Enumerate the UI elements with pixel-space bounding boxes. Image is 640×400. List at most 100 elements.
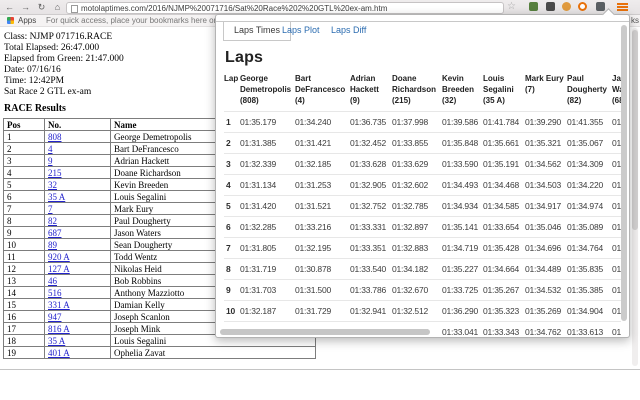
page-scrollbar[interactable]: [632, 28, 638, 366]
driver-col-header: Kevin Breeden (32): [442, 74, 475, 105]
window-bottom-edge: [0, 369, 640, 370]
rider-number-link[interactable]: 816 A: [48, 324, 70, 334]
no-cell: 947: [44, 310, 111, 323]
pos-cell: 1: [3, 130, 45, 143]
rider-number-link[interactable]: 808: [48, 132, 62, 142]
driver-col-header: Jason Waters (687): [612, 74, 621, 105]
no-cell: 215: [44, 166, 111, 179]
menu-icon[interactable]: [617, 3, 628, 12]
extension-icon-orange[interactable]: [562, 2, 571, 11]
browser-window: ← → ↻ ⌂ motolaptimes.com/2016/NJMP%20071…: [0, 0, 640, 400]
rider-number-link[interactable]: 7: [48, 204, 53, 214]
lap-time-cell: 01:33.629: [392, 159, 429, 169]
rider-number-link[interactable]: 35 A: [48, 192, 65, 202]
lap-time-cell: 01:33.786: [350, 285, 387, 295]
extension-icon-green[interactable]: [529, 2, 538, 11]
lap-row: 3 01:32.339 01:32.185 01:33.628 01:33.629 01…: [224, 153, 621, 174]
lap-time-cell: 01:31.703: [240, 285, 277, 295]
extension-icon-dark[interactable]: [546, 2, 555, 11]
rider-number-link[interactable]: 4: [48, 144, 53, 154]
lap-time-cell: 01:35.179: [240, 117, 277, 127]
apps-grid-icon[interactable]: [7, 17, 14, 24]
lap-time-cell: 01:: [612, 159, 621, 169]
lap-time-cell: 01:31.729: [295, 306, 332, 316]
lap-time-cell: 01:35.848: [442, 138, 479, 148]
extension-icon-ring[interactable]: [578, 2, 587, 11]
laps-heading: Laps: [225, 49, 264, 66]
lap-row: 7 01:31.805 01:32.195 01:33.351 01:32.883 01…: [224, 237, 621, 258]
lap-time-cell: 01:34.696: [525, 243, 562, 253]
rider-number-link[interactable]: 947: [48, 312, 62, 322]
no-cell: 401 A: [44, 346, 111, 359]
race-info-line: Total Elapsed: 26:47.000: [4, 43, 100, 53]
back-icon[interactable]: ←: [3, 1, 16, 13]
rider-number-link[interactable]: 82: [48, 216, 57, 226]
rider-number-link[interactable]: 35 A: [48, 336, 65, 346]
rider-number-link[interactable]: 9: [48, 156, 53, 166]
lap-time-cell: 01:31.385: [240, 138, 277, 148]
popup-vertical-scrollbar[interactable]: [621, 25, 627, 321]
lap-number: 6: [226, 222, 231, 232]
no-cell: 687: [44, 226, 111, 239]
lap-time-cell: 01:34.974: [567, 201, 604, 211]
laps-extension-popup: Laps Times Laps Plot Laps Diff Laps Lap …: [215, 8, 630, 338]
extension-icon-active[interactable]: [596, 2, 605, 11]
lap-time-cell: 01:30.878: [295, 264, 332, 274]
forward-icon[interactable]: →: [19, 1, 32, 13]
rider-number-link[interactable]: 401 A: [48, 348, 70, 358]
lap-time-cell: 01:35.191: [483, 159, 520, 169]
lap-time-cell: 01:34.532: [525, 285, 562, 295]
lap-time-cell: 01:: [612, 117, 621, 127]
lap-time-cell: 01:34.489: [525, 264, 562, 274]
pos-cell: 4: [3, 166, 45, 179]
lap-time-cell: 01:35.269: [525, 306, 562, 316]
popup-horizontal-scrollbar[interactable]: [220, 329, 430, 335]
lap-number: 10: [226, 306, 236, 316]
tab-bar: Laps Times Laps Plot Laps Diff: [216, 21, 629, 41]
lap-time-cell: 01:35.067: [567, 138, 604, 148]
pos-cell: 17: [3, 322, 45, 335]
rider-number-link[interactable]: 46: [48, 276, 57, 286]
pos-cell: 3: [3, 154, 45, 167]
lap-time-cell: 01:31.134: [240, 180, 277, 190]
lap-time-cell: 01:34.585: [483, 201, 520, 211]
pos-cell: 16: [3, 310, 45, 323]
no-cell: 4: [44, 142, 111, 155]
lap-time-cell: 01:32.285: [240, 222, 277, 232]
rider-number-link[interactable]: 89: [48, 240, 57, 250]
race-info-line: Time: 12:42PM: [4, 76, 65, 86]
lap-row: 8 01:31.719 01:30.878 01:33.540 01:34.182 01…: [224, 258, 621, 279]
lap-time-cell: 01:32.512: [392, 306, 429, 316]
home-icon[interactable]: ⌂: [51, 1, 64, 13]
page-icon: [71, 5, 78, 13]
tab-laps-plot[interactable]: Laps Plot: [278, 22, 324, 40]
lap-time-cell: 01:34.493: [442, 180, 479, 190]
page-scrollbar-thumb[interactable]: [632, 30, 638, 230]
lap-row: 1 01:35.179 01:34.240 01:36.735 01:37.998 01…: [224, 111, 621, 132]
rider-number-link[interactable]: 127 A: [48, 264, 70, 274]
lap-time-cell: 01:: [612, 306, 621, 316]
refresh-icon[interactable]: ↻: [35, 1, 48, 13]
rider-number-link[interactable]: 32: [48, 180, 57, 190]
lap-number: 5: [226, 201, 231, 211]
no-cell: 127 A: [44, 262, 111, 275]
tab-laps-diff[interactable]: Laps Diff: [327, 22, 370, 40]
pos-cell: 10: [3, 238, 45, 251]
driver-col-header: Louis Segalini (35 A): [483, 74, 514, 105]
rider-number-link[interactable]: 920 A: [48, 252, 70, 262]
results-heading: RACE Results: [4, 103, 66, 114]
apps-label[interactable]: Apps: [18, 16, 36, 25]
lap-time-cell: 01:34.468: [483, 180, 520, 190]
bookmark-star-icon[interactable]: ☆: [507, 1, 516, 13]
address-bar[interactable]: motolaptimes.com/2016/NJMP%20071716/Sat%…: [66, 2, 504, 14]
rider-number-link[interactable]: 516: [48, 288, 62, 298]
driver-col-header: Bart DeFrancesco (4): [295, 74, 346, 105]
lap-row: 10 01:32.187 01:31.729 01:32.941 01:32.512 0…: [224, 300, 621, 321]
lap-number: 4: [226, 180, 231, 190]
lap-time-cell: 01:32.785: [392, 201, 429, 211]
rider-number-link[interactable]: 215: [48, 168, 62, 178]
rider-number-link[interactable]: 687: [48, 228, 62, 238]
lap-time-cell: 01:31.500: [295, 285, 332, 295]
lap-time-cell: 01:34.762: [525, 327, 562, 337]
rider-number-link[interactable]: 331 A: [48, 300, 70, 310]
